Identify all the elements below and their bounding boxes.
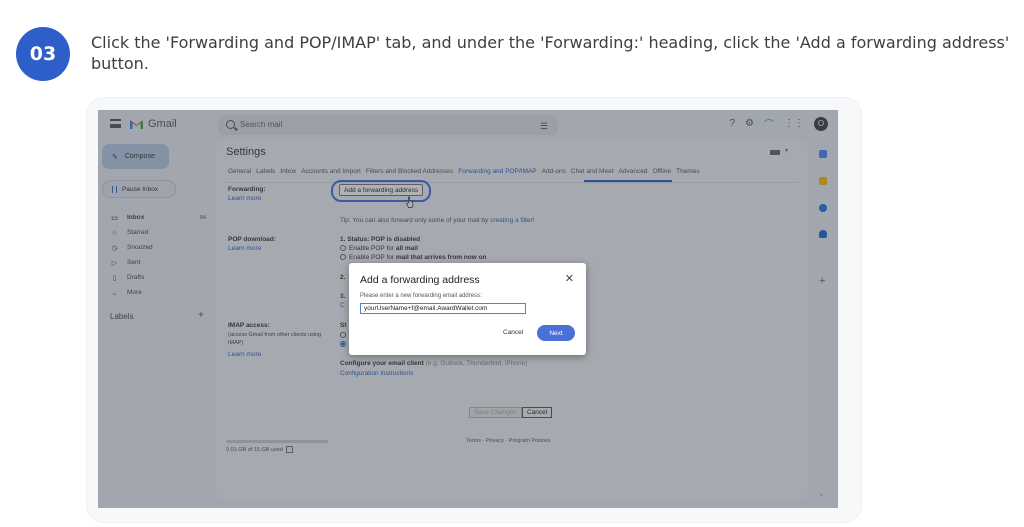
dialog-title: Add a forwarding address — [360, 274, 480, 286]
dialog-next-button[interactable]: Next — [537, 325, 575, 341]
forwarding-email-input[interactable] — [360, 303, 526, 314]
dialog-cancel-button[interactable]: Cancel — [503, 329, 523, 336]
gmail-screenshot: Gmail Search mail ☰ ? ⚙ ⌒ ⋮⋮ O ✎ Compose — [98, 110, 838, 508]
step-instruction: Click the 'Forwarding and POP/IMAP' tab,… — [91, 33, 1010, 73]
close-icon[interactable]: ✕ — [565, 272, 574, 285]
step-number-badge: 03 — [16, 27, 70, 81]
tutorial-page: 03 Click the 'Forwarding and POP/IMAP' t… — [0, 0, 1024, 527]
add-forwarding-dialog: Add a forwarding address ✕ Please enter … — [349, 263, 586, 355]
dialog-prompt: Please enter a new forwarding email addr… — [360, 293, 482, 299]
